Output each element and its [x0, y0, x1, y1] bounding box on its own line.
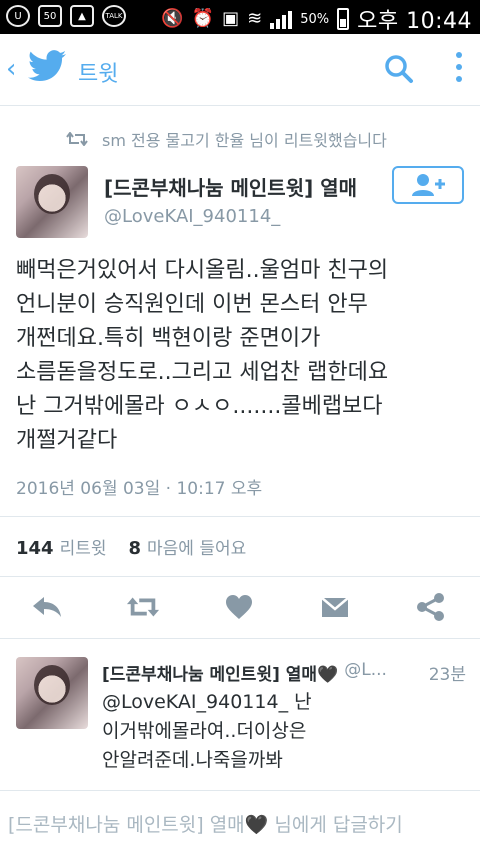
alarm-icon: ⏰	[191, 8, 215, 29]
wifi-icon: ≋	[247, 8, 263, 29]
search-icon[interactable]	[384, 54, 414, 88]
nfc-icon: ▣	[222, 8, 240, 29]
retweet-note-text: sm 전용 물고기 한율 님이 리트윗했습니다	[102, 131, 387, 150]
status-bar: U 50 ▲ TALK 🔇 ⏰ ▣ ≋ 50% 오후 10:44	[0, 0, 480, 34]
tweet-text: 빼먹은거있어서 다시올림..울엄마 친구의 언니분이 승직원인데 이번 몬스터 …	[16, 258, 389, 453]
share-icon[interactable]	[414, 592, 448, 622]
reply-input[interactable]: [드콘부채나눔 메인트윗] 열매🖤 님에게 답글하기	[8, 810, 403, 837]
direct-message-icon[interactable]	[318, 592, 352, 622]
app-bar: ‹ 트윗	[0, 34, 480, 106]
reply-icon[interactable]	[30, 592, 64, 622]
author-name[interactable]: [드콘부채나눔 메인트윗] 열매	[104, 172, 384, 201]
divider	[0, 576, 480, 577]
reply-author-handle[interactable]: @L...	[344, 660, 387, 685]
status-bar-right: 🔇 ⏰ ▣ ≋ 50% 오후 10:44	[161, 3, 472, 35]
heart-icon[interactable]	[222, 592, 256, 622]
mute-icon: 🔇	[161, 8, 184, 29]
page-title: 트윗	[78, 62, 119, 87]
follow-button[interactable]	[392, 166, 464, 204]
avatar[interactable]	[16, 166, 88, 238]
divider	[0, 638, 480, 639]
more-options-icon[interactable]	[456, 52, 464, 82]
retweet-small-icon	[66, 132, 88, 146]
reply-avatar[interactable]	[16, 657, 88, 729]
author-handle[interactable]: @LoveKAI_940114_	[104, 206, 280, 227]
reply-text[interactable]: @LoveKAI_940114_ 난 이거밖에몰라여..더이상은 안알려준데.나…	[102, 688, 462, 775]
tweet-stats: 144 리트윗 8 마음에 들어요	[16, 534, 246, 559]
talk-icon: TALK	[102, 5, 126, 27]
gallery-icon: ▲	[70, 5, 94, 27]
action-bar	[0, 586, 480, 630]
notification-count-icon: 50	[38, 5, 62, 27]
divider	[0, 516, 480, 517]
reply-header: [드콘부채나눔 메인트윗] 열매🖤 @L... 23분	[102, 660, 466, 685]
retweet-icon[interactable]	[126, 592, 160, 622]
reply-author-name[interactable]: [드콘부채나눔 메인트윗] 열매🖤	[102, 660, 338, 685]
signal-icon	[270, 9, 293, 29]
retweet-count-label[interactable]: 리트윗	[60, 534, 107, 559]
u-plus-icon: U	[6, 5, 30, 27]
battery-icon	[337, 8, 350, 30]
retweet-note[interactable]: sm 전용 물고기 한율 님이 리트윗했습니다	[66, 127, 387, 151]
like-count[interactable]: 8	[129, 538, 142, 559]
retweet-count[interactable]: 144	[16, 538, 54, 559]
battery-percent: 50%	[300, 11, 330, 27]
twitter-bird-icon[interactable]	[28, 50, 66, 86]
divider	[0, 790, 480, 791]
like-count-label[interactable]: 마음에 들어요	[147, 534, 246, 559]
back-icon[interactable]: ‹	[6, 54, 16, 84]
reply-time: 23분	[428, 665, 466, 685]
status-bar-left: U 50 ▲ TALK	[6, 5, 126, 27]
add-user-icon	[412, 174, 445, 196]
tweet-timestamp: 2016년 06월 03일 · 10:17 오후	[16, 479, 263, 499]
clock: 오후 10:44	[357, 9, 472, 34]
